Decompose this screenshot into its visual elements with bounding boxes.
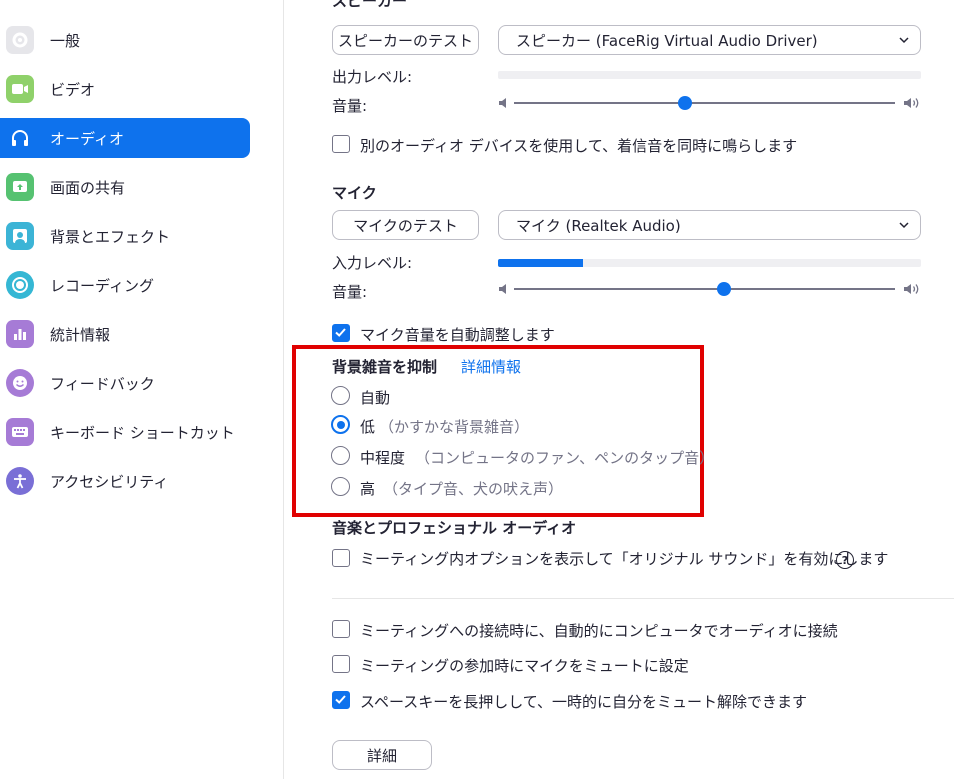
sidebar-item-label: 一般 bbox=[50, 31, 81, 50]
help-icon[interactable]: ? bbox=[836, 551, 854, 569]
background-person-icon bbox=[6, 222, 34, 250]
noise-auto-radio[interactable] bbox=[331, 386, 350, 405]
video-camera-icon bbox=[6, 75, 34, 103]
headphones-icon bbox=[6, 124, 34, 152]
mic-heading: マイク bbox=[332, 184, 377, 202]
mic-volume-label: 音量: bbox=[332, 283, 368, 301]
sidebar-item-video[interactable]: ビデオ bbox=[0, 69, 250, 109]
push-to-talk-checkbox[interactable] bbox=[332, 691, 350, 709]
noise-option-label: 低 bbox=[360, 418, 376, 436]
share-screen-icon bbox=[6, 173, 34, 201]
noise-option-hint: （タイプ音、犬の吠え声） bbox=[383, 480, 564, 498]
noise-option-label: 自動 bbox=[360, 389, 391, 407]
noise-option-hint: （かすかな背景雑音） bbox=[379, 418, 530, 436]
sidebar-item-share-screen[interactable]: 画面の共有 bbox=[0, 167, 250, 207]
mic-volume-slider[interactable] bbox=[498, 279, 921, 299]
mic-device-select[interactable]: マイク (Realtek Audio) bbox=[498, 210, 921, 240]
sidebar-item-statistics[interactable]: 統計情報 bbox=[0, 314, 250, 354]
settings-sidebar: 一般 ビデオ オーディオ 画面の共有 背景とエフェクト レコーディング 統計情報… bbox=[0, 0, 284, 779]
sidebar-item-background[interactable]: 背景とエフェクト bbox=[0, 216, 250, 256]
divider bbox=[332, 598, 954, 599]
sidebar-item-label: オーディオ bbox=[50, 129, 124, 148]
volume-high-icon bbox=[904, 98, 919, 108]
test-mic-button[interactable]: マイクのテスト bbox=[332, 210, 479, 240]
noise-suppression-heading: 背景雑音を抑制 bbox=[332, 358, 438, 376]
bar-chart-icon bbox=[6, 320, 34, 348]
speaker-device-select[interactable]: スピーカー (FaceRig Virtual Audio Driver) bbox=[498, 25, 921, 55]
original-sound-checkbox[interactable] bbox=[332, 549, 350, 567]
noise-high-radio[interactable] bbox=[331, 477, 350, 496]
volume-high-icon bbox=[904, 284, 919, 294]
sidebar-item-label: 背景とエフェクト bbox=[50, 227, 171, 246]
ringtone-checkbox[interactable] bbox=[332, 135, 350, 153]
output-level-label: 出力レベル: bbox=[332, 68, 413, 86]
sidebar-item-label: 統計情報 bbox=[50, 325, 111, 344]
noise-option-label: 高 bbox=[360, 480, 376, 498]
record-icon bbox=[6, 271, 34, 299]
mic-device-value: マイク (Realtek Audio) bbox=[516, 216, 681, 235]
sidebar-item-label: レコーディング bbox=[50, 276, 154, 295]
volume-low-icon bbox=[499, 98, 506, 108]
speaker-device-value: スピーカー (FaceRig Virtual Audio Driver) bbox=[516, 31, 818, 50]
mute-on-join-checkbox[interactable] bbox=[332, 655, 350, 673]
gear-icon bbox=[6, 26, 34, 54]
auto-adjust-mic-checkbox[interactable] bbox=[332, 324, 350, 342]
chevron-down-icon bbox=[899, 222, 909, 229]
speaker-volume-slider[interactable] bbox=[498, 93, 921, 113]
speaker-heading: スピーカー bbox=[332, 0, 408, 10]
option-label: スペースキーを長押しして、一時的に自分をミュート解除できます bbox=[360, 693, 808, 711]
output-level-meter bbox=[498, 71, 921, 79]
auto-join-audio-checkbox[interactable] bbox=[332, 620, 350, 638]
sidebar-item-accessibility[interactable]: アクセシビリティ bbox=[0, 461, 250, 501]
music-audio-heading: 音楽とプロフェショナル オーディオ bbox=[332, 519, 577, 537]
test-speaker-button[interactable]: スピーカーのテスト bbox=[332, 25, 479, 55]
accessibility-icon bbox=[6, 467, 34, 495]
audio-settings-panel: スピーカー スピーカーのテスト スピーカー (FaceRig Virtual A… bbox=[285, 0, 954, 779]
ringtone-label: 別のオーディオ デバイスを使用して、着信音を同時に鳴らします bbox=[360, 137, 798, 155]
input-level-label: 入力レベル: bbox=[332, 254, 413, 272]
advanced-button[interactable]: 詳細 bbox=[332, 740, 432, 770]
smiley-icon bbox=[6, 369, 34, 397]
option-label: ミーティングの参加時にマイクをミュートに設定 bbox=[360, 657, 689, 675]
noise-option-hint: （コンピュータのファン、ペンのタップ音） bbox=[415, 449, 715, 467]
sidebar-item-feedback[interactable]: フィードバック bbox=[0, 363, 250, 403]
sidebar-item-recording[interactable]: レコーディング bbox=[0, 265, 250, 305]
auto-adjust-mic-label: マイク音量を自動調整します bbox=[360, 326, 555, 344]
noise-option-label: 中程度 bbox=[360, 449, 406, 467]
original-sound-label: ミーティング内オプションを表示して「オリジナル サウンド」を有効にします bbox=[360, 550, 889, 568]
slider-thumb[interactable] bbox=[716, 282, 731, 296]
keyboard-icon bbox=[6, 418, 34, 446]
noise-medium-radio[interactable] bbox=[331, 446, 350, 465]
sidebar-item-label: フィードバック bbox=[50, 374, 155, 393]
sidebar-item-audio[interactable]: オーディオ bbox=[0, 118, 250, 158]
input-level-meter bbox=[498, 259, 921, 267]
volume-low-icon bbox=[499, 284, 506, 294]
noise-low-radio[interactable] bbox=[331, 415, 350, 434]
sidebar-item-label: ビデオ bbox=[50, 80, 96, 99]
sidebar-item-keyboard-shortcuts[interactable]: キーボード ショートカット bbox=[0, 412, 250, 452]
chevron-down-icon bbox=[899, 37, 909, 44]
sidebar-item-label: キーボード ショートカット bbox=[50, 423, 235, 442]
sidebar-item-label: 画面の共有 bbox=[50, 178, 126, 197]
more-info-link[interactable]: 詳細情報 bbox=[461, 356, 521, 377]
sidebar-item-general[interactable]: 一般 bbox=[0, 20, 250, 60]
speaker-volume-label: 音量: bbox=[332, 97, 368, 115]
slider-thumb[interactable] bbox=[678, 96, 693, 110]
option-label: ミーティングへの接続時に、自動的にコンピュータでオーディオに接続 bbox=[360, 622, 838, 640]
sidebar-item-label: アクセシビリティ bbox=[50, 472, 169, 491]
